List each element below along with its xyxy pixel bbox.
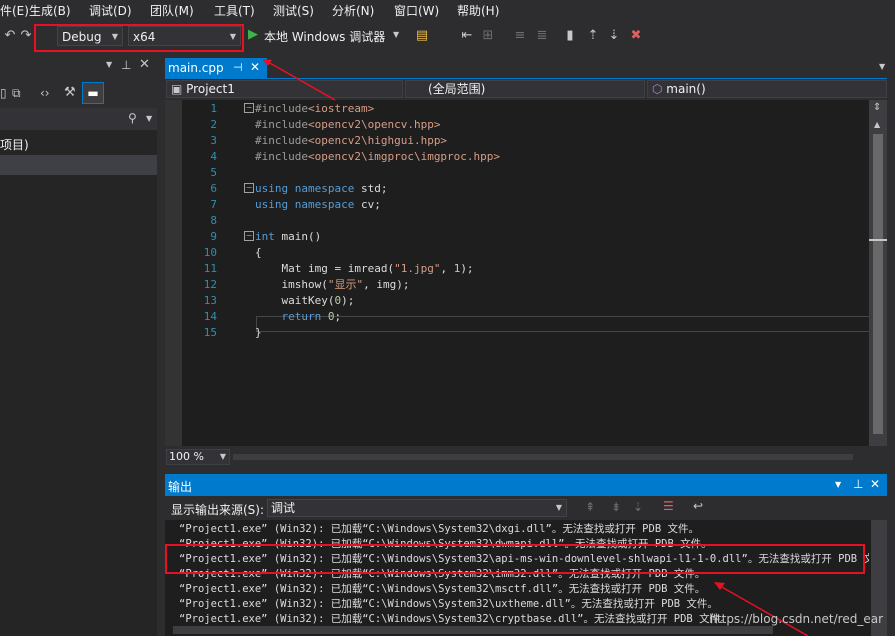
annotation-arrows xyxy=(262,59,809,636)
arrow-head xyxy=(714,582,725,590)
arrow-line xyxy=(719,585,809,636)
watermark: https://blog.csdn.net/red_ear xyxy=(709,612,883,626)
arrow-head xyxy=(262,59,272,66)
arrow-line xyxy=(267,61,336,101)
